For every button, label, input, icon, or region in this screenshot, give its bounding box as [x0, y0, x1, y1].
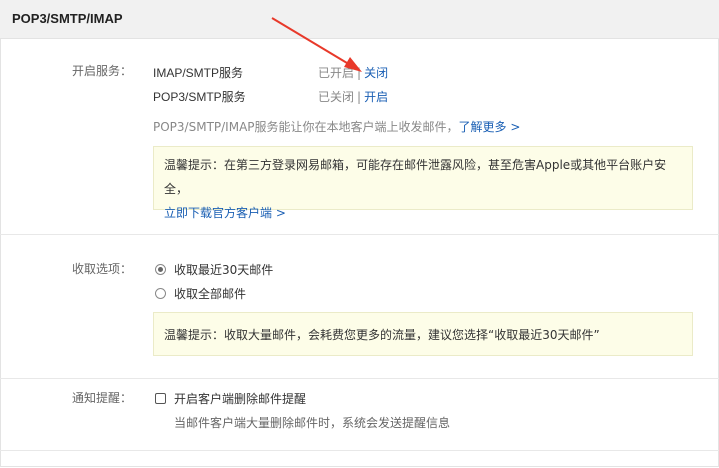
pop3-open-link[interactable]: 开启	[364, 90, 388, 104]
security-tip-text: 温馨提示：在第三方登录网易邮箱，可能存在邮件泄露风险，甚至危害Apple或其他平…	[164, 158, 667, 196]
radio-button-checked[interactable]	[155, 264, 166, 275]
security-tip-box: 温馨提示：在第三方登录网易邮箱，可能存在邮件泄露风险，甚至危害Apple或其他平…	[153, 146, 693, 220]
service-status-imap: 已开启 | 关闭	[318, 64, 388, 81]
section-divider	[0, 450, 719, 451]
radio-all-mail[interactable]: 收取全部邮件	[155, 285, 246, 302]
radio-label: 收取最近30天邮件	[174, 263, 274, 277]
section-divider	[0, 378, 719, 379]
delete-reminder-checkbox-row[interactable]: 开启客户端删除邮件提醒	[155, 390, 306, 407]
service-status-pop3: 已关闭 | 开启	[318, 88, 388, 105]
services-label: 开启服务：	[72, 64, 133, 78]
section-divider	[0, 234, 719, 235]
radio-button[interactable]	[155, 288, 166, 299]
receive-label: 收取选项：	[72, 262, 133, 276]
download-client-link[interactable]: 立即下载官方客户端 >	[164, 206, 286, 220]
service-name-imap: IMAP/SMTP服务	[153, 66, 244, 80]
services-description-text: POP3/SMTP/IMAP服务能让你在本地客户端上收发邮件，	[153, 120, 459, 134]
radio-label: 收取全部邮件	[174, 287, 247, 301]
section-title: POP3/SMTP/IMAP	[12, 11, 123, 26]
service-name-pop3: POP3/SMTP服务	[153, 90, 246, 104]
status-text: 已关闭	[318, 90, 355, 104]
notify-sub-description: 当邮件客户端大量删除邮件时，系统会发送提醒信息	[174, 416, 451, 430]
status-separator: |	[357, 66, 362, 80]
radio-recent-30-days[interactable]: 收取最近30天邮件	[155, 261, 273, 278]
checkbox[interactable]	[155, 393, 166, 404]
learn-more-link[interactable]: 了解更多 >	[459, 120, 521, 134]
traffic-tip-box: 温馨提示：收取大量邮件，会耗费您更多的流量，建议您选择“收取最近30天邮件”	[153, 312, 693, 356]
checkbox-label: 开启客户端删除邮件提醒	[174, 392, 307, 406]
status-separator: |	[357, 90, 362, 104]
imap-close-link[interactable]: 关闭	[364, 66, 388, 80]
notify-label: 通知提醒：	[72, 391, 133, 405]
status-text: 已开启	[318, 66, 355, 80]
section-header: POP3/SMTP/IMAP	[0, 0, 719, 39]
traffic-tip-text: 温馨提示：收取大量邮件，会耗费您更多的流量，建议您选择“收取最近30天邮件”	[164, 328, 600, 342]
services-description: POP3/SMTP/IMAP服务能让你在本地客户端上收发邮件，了解更多 >	[153, 118, 520, 135]
